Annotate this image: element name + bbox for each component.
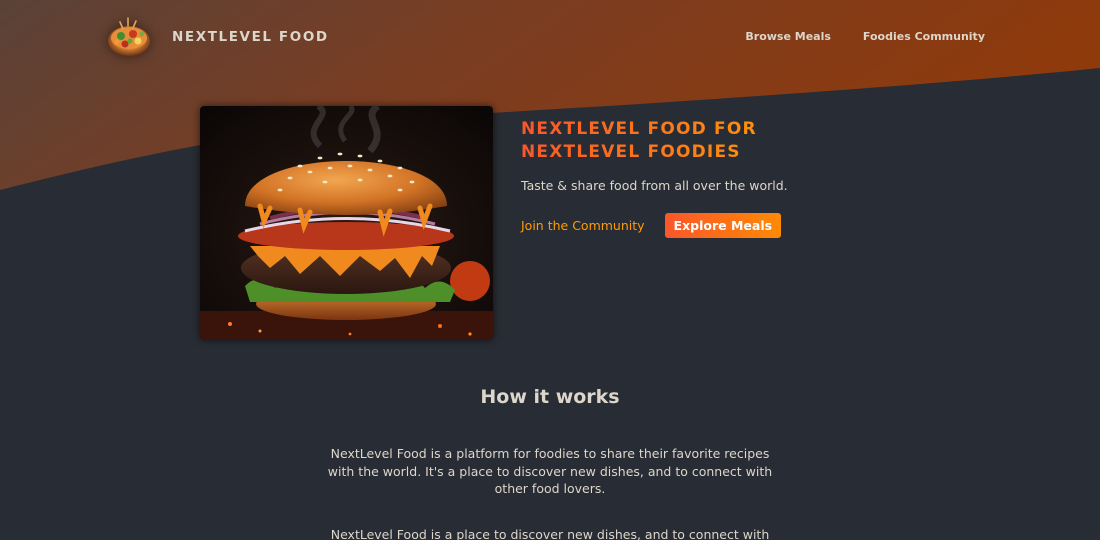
main-nav: Browse Meals Foodies Community — [745, 30, 985, 43]
how-it-works-title: How it works — [480, 386, 620, 408]
join-community-link[interactable]: Join the Community — [521, 218, 645, 233]
hero-cta: Join the Community Explore Meals — [521, 213, 941, 238]
site-header: NextLevel Food Browse Meals Foodies Comm… — [0, 0, 1100, 75]
explore-meals-button[interactable]: Explore Meals — [664, 213, 782, 238]
how-paragraph: NextLevel Food is a place to discover ne… — [330, 527, 770, 540]
food-bowl-logo-icon — [108, 17, 150, 56]
logo-text: NextLevel Food — [172, 29, 329, 45]
burger-icon — [200, 106, 493, 340]
hero-title: NextLevel Food for NextLevel Foodies — [521, 118, 801, 164]
nav-link-browse-meals[interactable]: Browse Meals — [745, 30, 831, 43]
logo-link[interactable]: NextLevel Food — [106, 14, 329, 60]
hero-tagline: Taste & share food from all over the wor… — [521, 178, 788, 193]
hero-burger-image — [200, 106, 493, 340]
how-paragraph: NextLevel Food is a platform for foodies… — [327, 446, 773, 496]
page: NextLevel Food Browse Meals Foodies Comm… — [0, 0, 1100, 540]
hero-text: NextLevel Food for NextLevel Foodies Tas… — [521, 118, 941, 238]
nav-link-foodies-community[interactable]: Foodies Community — [863, 30, 985, 43]
